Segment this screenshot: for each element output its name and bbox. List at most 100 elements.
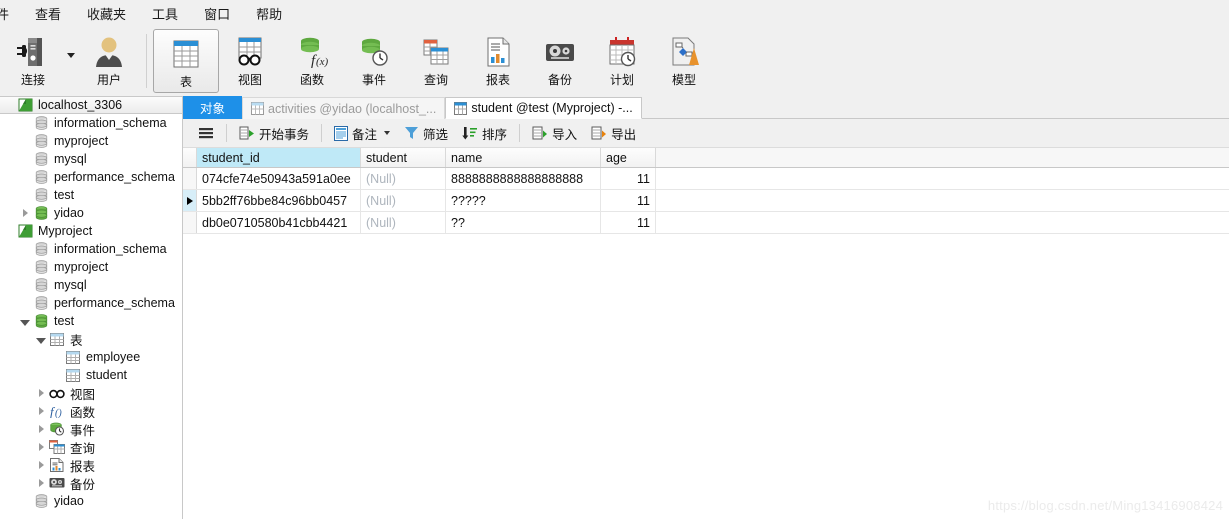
toolbar-button-function[interactable]: f (x) 函数 — [281, 28, 343, 94]
grid-column-header-student[interactable]: student — [361, 148, 446, 167]
tree-item-information_schema[interactable]: information_schema — [0, 114, 182, 132]
tree-item--[interactable]: 表 — [0, 330, 182, 348]
tree-item-label: performance_schema — [54, 296, 175, 310]
chevron-down-icon[interactable] — [34, 330, 48, 348]
tree-item-myproject[interactable]: myproject — [0, 258, 182, 276]
grid-cell[interactable]: (Null) — [361, 212, 446, 233]
toolbar-button-table[interactable]: 表 — [153, 29, 219, 93]
toolbar-button-connection[interactable]: 连接 — [2, 28, 64, 94]
tree-item-test[interactable]: test — [0, 312, 182, 330]
chevron-right-icon[interactable] — [34, 438, 48, 456]
toolbar-button-model[interactable]: 模型 — [653, 28, 715, 94]
tree-item-localhost_3306[interactable]: localhost_3306 — [0, 96, 182, 114]
grid-cell[interactable]: ?? — [446, 212, 601, 233]
grid-cell[interactable]: db0e0710580b41cbb4421 — [197, 212, 361, 233]
connection-icon — [13, 32, 53, 72]
grid-action-bar: 开始事务 备注 筛选 排序 导入 导出 — [183, 119, 1229, 148]
grid-cell[interactable]: (Null) — [361, 190, 446, 211]
grid-cell[interactable]: 8888888888888888888 — [446, 168, 601, 189]
grid-menu-button[interactable] — [191, 124, 221, 142]
chevron-right-icon[interactable] — [34, 384, 48, 402]
grid-column-header-student_id[interactable]: student_id — [197, 148, 361, 167]
data-grid[interactable]: student_id student name age 074cfe74e50943a… — [183, 148, 1229, 519]
row-selector[interactable] — [183, 212, 197, 233]
tree-item-yidao[interactable]: yidao — [0, 492, 182, 510]
tab-activities-yidao[interactable]: activities @yidao (localhost_... — [242, 97, 446, 119]
grid-body[interactable]: 074cfe74e50943a591a0ee (Null) 888888888888… — [183, 168, 1229, 234]
export-button[interactable]: 导出 — [584, 122, 643, 145]
row-selector-current[interactable] — [183, 190, 197, 211]
sort-button[interactable]: 排序 — [455, 122, 514, 145]
tree-item-test[interactable]: test — [0, 186, 182, 204]
tree-item--[interactable]: 事件 — [0, 420, 182, 438]
chevron-right-icon[interactable] — [34, 402, 48, 420]
queries-folder-icon — [48, 438, 66, 456]
tree-item-myproject[interactable]: myproject — [0, 132, 182, 150]
tree-item--[interactable]: 报表 — [0, 456, 182, 474]
tree-item-label: information_schema — [54, 242, 167, 256]
toolbar-button-view[interactable]: 视图 — [219, 28, 281, 94]
tree-item-mysql[interactable]: mysql — [0, 150, 182, 168]
row-selector[interactable] — [183, 168, 197, 189]
grid-cell[interactable]: 11 — [601, 168, 656, 189]
menu-item-tools[interactable]: 工具 — [139, 0, 191, 27]
grid-cell[interactable]: ????? — [446, 190, 601, 211]
tree-item--[interactable]: 视图 — [0, 384, 182, 402]
twisty-placeholder — [18, 258, 32, 276]
grid-column-header-name[interactable]: name — [446, 148, 601, 167]
import-button[interactable]: 导入 — [525, 122, 584, 145]
tree-item-yidao[interactable]: yidao — [0, 204, 182, 222]
grid-header-row[interactable]: student_id student name age — [183, 148, 1229, 168]
menu-item-file[interactable]: 件 — [0, 0, 22, 27]
toolbar-button-user[interactable]: 用户 — [78, 28, 140, 94]
tree-item--[interactable]: f() 函数 — [0, 402, 182, 420]
chevron-down-icon[interactable] — [18, 312, 32, 330]
toolbar-button-backup[interactable]: 备份 — [529, 28, 591, 94]
object-tree-sidebar[interactable]: localhost_3306 information_schema myprojec… — [0, 96, 183, 519]
tab-objects[interactable]: 对象 — [183, 96, 243, 119]
tree-item-information_schema[interactable]: information_schema — [0, 240, 182, 258]
toolbar-button-schedule[interactable]: 计划 — [591, 28, 653, 94]
tree-item-performance_schema[interactable]: performance_schema — [0, 294, 182, 312]
menu-item-favorites[interactable]: 收藏夹 — [74, 0, 139, 27]
connection-dropdown-caret-icon[interactable] — [64, 28, 78, 94]
toolbar-button-query[interactable]: 查询 — [405, 28, 467, 94]
table-row[interactable]: 074cfe74e50943a591a0ee (Null) 888888888888… — [183, 168, 1229, 190]
tree-item-employee[interactable]: employee — [0, 348, 182, 366]
tree-item--[interactable]: 查询 — [0, 438, 182, 456]
grid-cell[interactable]: (Null) — [361, 168, 446, 189]
begin-transaction-button[interactable]: 开始事务 — [232, 122, 316, 145]
grid-column-header-age[interactable]: age — [601, 148, 656, 167]
toolbar-label-event: 事件 — [361, 73, 386, 87]
grid-cell[interactable]: 5bb2ff76bbe84c96bb0457 — [197, 190, 361, 211]
chevron-right-icon[interactable] — [34, 420, 48, 438]
tree-item-performance_schema[interactable]: performance_schema — [0, 168, 182, 186]
tree-item-label: mysql — [54, 278, 87, 292]
database-gray-icon — [32, 240, 50, 258]
tree-item-myproject[interactable]: Myproject — [0, 222, 182, 240]
tree-item-student[interactable]: student — [0, 366, 182, 384]
tree-item-mysql[interactable]: mysql — [0, 276, 182, 294]
grid-cell[interactable]: 11 — [601, 212, 656, 233]
table-row[interactable]: 5bb2ff76bbe84c96bb0457 (Null)????? 11 — [183, 190, 1229, 212]
menu-item-window[interactable]: 窗口 — [191, 0, 243, 27]
menu-item-help[interactable]: 帮助 — [243, 0, 295, 27]
sort-label: 排序 — [482, 127, 508, 142]
svg-text:(x): (x) — [316, 56, 329, 68]
chevron-right-icon[interactable] — [18, 204, 32, 222]
table-row[interactable]: db0e0710580b41cbb4421 (Null)?? 11 — [183, 212, 1229, 234]
tree-item--[interactable]: 备份 — [0, 474, 182, 492]
grid-cell[interactable]: 11 — [601, 190, 656, 211]
tree-item-label: employee — [86, 350, 141, 364]
grid-cell[interactable]: 074cfe74e50943a591a0ee — [197, 168, 361, 189]
twisty-placeholder — [18, 150, 32, 168]
filter-button[interactable]: 筛选 — [397, 122, 455, 145]
chevron-right-icon[interactable] — [34, 456, 48, 474]
note-dropdown-caret-icon[interactable] — [384, 131, 391, 135]
toolbar-button-event[interactable]: 事件 — [343, 28, 405, 94]
chevron-right-icon[interactable] — [34, 474, 48, 492]
toolbar-button-report[interactable]: 报表 — [467, 28, 529, 94]
tab-student-test[interactable]: student @test (Myproject) -... — [445, 97, 642, 119]
note-button[interactable]: 备注 — [327, 122, 397, 145]
menu-item-view[interactable]: 查看 — [22, 0, 74, 27]
